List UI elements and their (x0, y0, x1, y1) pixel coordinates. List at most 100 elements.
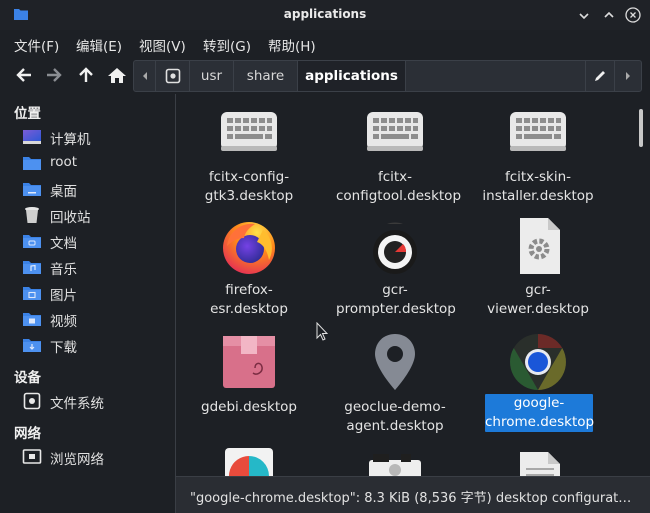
menu-help[interactable]: 帮助(H) (268, 35, 316, 55)
sidebar-item-music[interactable]: 音乐 (0, 254, 175, 280)
file-label: gcr-viewer.desktop (487, 282, 589, 317)
desktop-folder-icon (23, 183, 41, 196)
file-item[interactable]: fcitx-skin-installer.desktop (479, 102, 597, 214)
sidebar-item-label: 回收站 (50, 210, 91, 226)
menu-edit[interactable]: 编辑(E) (76, 35, 122, 55)
sidebar-item-label: 浏览网络 (50, 452, 104, 468)
file-label: firefox-esr.desktop (210, 282, 288, 317)
chevron-right-icon (626, 72, 630, 80)
arrow-right-icon (47, 68, 62, 82)
firefox-icon (223, 222, 275, 274)
status-bar: "google-chrome.desktop": 8.3 KiB (8,536 … (176, 476, 650, 513)
file-item[interactable]: geoclue-demo-agent.desktop (336, 330, 454, 440)
videos-folder-icon (23, 313, 41, 326)
drive-icon (23, 392, 41, 410)
sidebar-item-label: 文档 (50, 236, 77, 252)
places-heading: 位置 (14, 106, 41, 122)
menu-view[interactable]: 视图(V) (139, 35, 186, 55)
file-label: fcitx-config-gtk3.desktop (204, 169, 294, 204)
file-label: gcr-prompter.desktop (336, 282, 456, 317)
settings-file-icon (520, 218, 560, 274)
maximize-icon[interactable] (600, 6, 618, 24)
sidebar-item-root[interactable]: root (0, 150, 175, 176)
drive-icon (165, 68, 180, 84)
gcr-prompter-icon (373, 222, 417, 274)
trash-icon (25, 207, 39, 223)
path-segment-applications[interactable]: applications (298, 61, 406, 91)
path-root[interactable] (156, 61, 190, 91)
chevron-left-icon (142, 72, 147, 80)
computer-icon (23, 130, 41, 144)
sidebar-item-label: 计算机 (50, 132, 91, 148)
sidebar-item-videos[interactable]: 视频 (0, 306, 175, 332)
path-segment-usr[interactable]: usr (190, 61, 234, 91)
menu-file[interactable]: 文件(F) (14, 35, 59, 55)
file-item[interactable]: gcr-viewer.desktop (479, 214, 597, 317)
sidebar-item-label: 桌面 (50, 184, 77, 200)
sidebar-item-label: 图片 (50, 288, 77, 304)
chart-app-icon (225, 448, 273, 476)
file-item[interactable] (479, 446, 597, 476)
sidebar-item-trash[interactable]: 回收站 (0, 202, 175, 228)
window-title: applications (283, 7, 367, 21)
file-item[interactable] (190, 446, 308, 476)
sidebar-item-label: root (50, 154, 78, 170)
file-item[interactable] (336, 446, 454, 476)
keyboard-icon (510, 112, 566, 151)
location-pin-icon (375, 334, 415, 390)
sidebar-item-label: 视频 (50, 314, 77, 330)
keyboard-icon (221, 112, 277, 151)
pencil-icon (595, 71, 605, 81)
arrow-up-icon (79, 67, 93, 82)
documents-folder-icon (23, 235, 41, 248)
music-folder-icon (23, 261, 41, 274)
file-item[interactable]: firefox-esr.desktop (190, 214, 308, 317)
file-item[interactable]: gcr-prompter.desktop (336, 214, 456, 317)
network-icon (22, 449, 42, 464)
file-label: google-chrome.desktop (485, 394, 595, 432)
arrow-left-icon (16, 68, 31, 82)
file-item[interactable]: fcitx-config-gtk3.desktop (190, 102, 308, 214)
sidebar-item-documents[interactable]: 文档 (0, 228, 175, 254)
text-file-icon (520, 452, 560, 476)
package-icon (223, 336, 275, 388)
file-item[interactable]: google-chrome.desktop (479, 330, 597, 440)
mouse-cursor-icon (316, 322, 328, 341)
edit-path-button[interactable] (585, 61, 615, 91)
network-heading: 网络 (14, 426, 41, 442)
devices-heading: 设备 (14, 370, 41, 386)
sidebar-item-browse-network[interactable]: 浏览网络 (0, 444, 175, 470)
file-item[interactable]: fcitx-configtool.desktop (336, 102, 461, 214)
file-label: fcitx-skin-installer.desktop (482, 169, 594, 204)
path-scroll-left[interactable] (134, 61, 156, 91)
sidebar-item-label: 音乐 (50, 262, 77, 278)
file-label: geoclue-demo-agent.desktop (344, 399, 446, 434)
menu-go[interactable]: 转到(G) (203, 35, 251, 55)
status-text: "google-chrome.desktop": 8.3 KiB (8,536 … (190, 491, 632, 506)
pictures-folder-icon (23, 287, 41, 300)
title-bar: applications (0, 0, 650, 30)
path-bar: usr share applications (133, 60, 642, 92)
home-icon (108, 68, 126, 83)
keyboard-icon (367, 112, 423, 151)
forward-button[interactable] (43, 64, 65, 86)
up-button[interactable] (75, 64, 97, 86)
file-item[interactable]: gdebi.desktop (190, 330, 308, 440)
sidebar-item-pictures[interactable]: 图片 (0, 280, 175, 306)
camera-app-icon (369, 454, 421, 476)
close-icon[interactable] (624, 6, 642, 24)
path-segment-share[interactable]: share (234, 61, 298, 91)
path-scroll-right[interactable] (615, 61, 641, 91)
sidebar-item-downloads[interactable]: 下载 (0, 332, 175, 358)
back-button[interactable] (13, 64, 35, 86)
minimize-icon[interactable] (575, 6, 593, 24)
sidebar-item-filesystem[interactable]: 文件系统 (0, 388, 175, 414)
sidebar: 位置 计算机 root 桌面 回收站 文档 音乐 图片 视频 下载 设备 文件系… (0, 94, 175, 513)
vertical-scrollbar[interactable] (639, 109, 643, 147)
file-label: gdebi.desktop (201, 399, 297, 415)
toolbar: usr share applications (0, 56, 650, 94)
home-button[interactable] (106, 64, 128, 86)
menu-bar: 文件(F) 编辑(E) 视图(V) 转到(G) 帮助(H) (0, 30, 650, 56)
sidebar-item-computer[interactable]: 计算机 (0, 124, 175, 150)
sidebar-item-desktop[interactable]: 桌面 (0, 176, 175, 202)
